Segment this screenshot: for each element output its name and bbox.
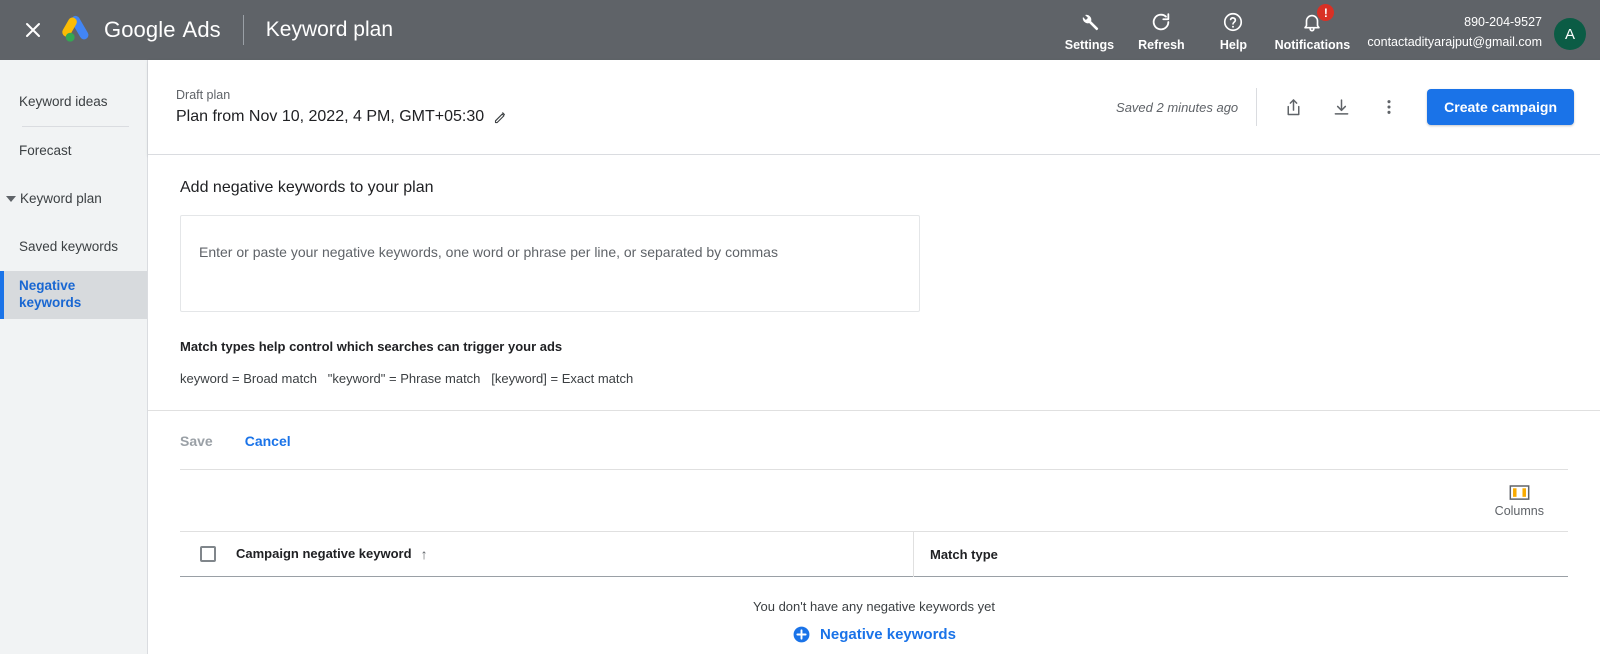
app-header: Google Ads Keyword plan Settings Refresh (0, 0, 1600, 60)
help-button[interactable]: Help (1197, 6, 1269, 52)
plan-name-text: Plan from Nov 10, 2022, 4 PM, GMT+05:30 (176, 108, 485, 125)
refresh-button[interactable]: Refresh (1125, 6, 1197, 52)
avatar[interactable]: A (1554, 18, 1586, 50)
saved-status: Saved 2 minutes ago (1116, 99, 1239, 115)
wrench-icon (1078, 10, 1100, 34)
share-button[interactable] (1273, 87, 1313, 127)
create-campaign-button[interactable]: Create campaign (1427, 89, 1574, 125)
sidebar-item-label: Keyword plan (20, 190, 102, 206)
notification-badge: ! (1317, 4, 1335, 21)
sidebar-item-forecast[interactable]: Forecast (0, 127, 147, 175)
google-ads-logo-icon (62, 15, 89, 42)
notifications-label: Notifications (1274, 38, 1351, 52)
add-negative-keywords-link[interactable]: Negative keywords (792, 625, 956, 644)
help-circle-icon (1222, 10, 1244, 34)
plan-divider (1256, 88, 1258, 126)
match-types-title: Match types help control which searches … (180, 339, 563, 354)
plan-header-bar: Draft plan Plan from Nov 10, 2022, 4 PM,… (148, 60, 1600, 155)
plan-kicker: Draft plan (176, 88, 231, 102)
share-icon (1287, 98, 1300, 115)
close-button[interactable] (16, 13, 50, 47)
sidebar-item-label: Forecast (19, 142, 72, 158)
columns-button[interactable]: Columns (1495, 484, 1544, 518)
page-title: Keyword plan (265, 18, 394, 41)
table-header-row: Campaign negative keyword ↑ Match type (180, 531, 1568, 577)
pencil-icon[interactable] (493, 110, 508, 125)
main-content: Add negative keywords to your plan Match… (148, 155, 1600, 654)
sidebar: Keyword ideas Forecast Keyword plan Save… (0, 60, 148, 654)
settings-label: Settings (1064, 38, 1115, 52)
more-vert-icon (1387, 100, 1391, 114)
plus-circle-icon (793, 626, 810, 643)
sidebar-item-negative-keywords[interactable]: Negative keywords (0, 271, 147, 319)
account-info[interactable]: 890-204-9527 contactadityarajput@gmail.c… (1367, 6, 1542, 52)
columns-label: Columns (1494, 503, 1544, 518)
match-types-legend: keyword = Broad match "keyword" = Phrase… (180, 371, 634, 386)
column-header-label: Campaign negative keyword (236, 546, 412, 561)
header-actions: Settings Refresh Help ! Notifications 89… (1053, 0, 1600, 60)
plan-name: Plan from Nov 10, 2022, 4 PM, GMT+05:30 (176, 108, 508, 126)
select-all-cell (180, 546, 236, 562)
notifications-button[interactable]: ! Notifications (1269, 4, 1355, 52)
form-actions: Save Cancel (148, 410, 1600, 449)
column-header-match-type[interactable]: Match type (914, 547, 998, 562)
help-label: Help (1219, 38, 1247, 52)
brand-google-text: Google (104, 17, 176, 42)
sidebar-item-label: Keyword ideas (19, 93, 108, 109)
column-header-label: Match type (930, 546, 998, 562)
table-toolbar: Columns (180, 469, 1568, 531)
download-button[interactable] (1321, 87, 1361, 127)
refresh-label: Refresh (1138, 38, 1185, 52)
select-all-checkbox[interactable] (200, 546, 216, 562)
sidebar-item-label: Saved keywords (19, 238, 119, 254)
header-divider (242, 15, 244, 45)
refresh-icon (1150, 10, 1172, 34)
sidebar-item-keyword-ideas[interactable]: Keyword ideas (0, 78, 147, 126)
column-header-campaign-negative-keyword[interactable]: Campaign negative keyword ↑ (236, 531, 914, 577)
sidebar-item-keyword-plan[interactable]: Keyword plan (0, 175, 147, 223)
plan-actions: Saved 2 minutes ago Create campaign (1116, 87, 1574, 127)
empty-state: You don't have any negative keywords yet… (180, 577, 1568, 644)
section-title: Add negative keywords to your plan (180, 179, 434, 196)
brand-wordmark: Google Ads (104, 17, 221, 43)
add-negative-keywords-section: Add negative keywords to your plan Match… (148, 155, 1600, 644)
arrow-up-icon: ↑ (420, 546, 428, 562)
empty-state-text: You don't have any negative keywords yet (753, 599, 995, 614)
sidebar-item-label: Negative keywords (19, 278, 82, 310)
more-options-button[interactable] (1369, 87, 1409, 127)
download-icon (1334, 98, 1349, 115)
settings-button[interactable]: Settings (1053, 6, 1125, 52)
columns-icon (1509, 484, 1530, 500)
chevron-down-icon (6, 196, 16, 202)
account-id: 890-204-9527 (1464, 15, 1542, 30)
save-button[interactable]: Save (180, 433, 213, 449)
account-email: contactadityarajput@gmail.com (1367, 34, 1542, 49)
brand-ads-text: Ads (182, 17, 221, 42)
cancel-button[interactable]: Cancel (245, 433, 291, 449)
plan-identity: Draft plan Plan from Nov 10, 2022, 4 PM,… (176, 88, 508, 126)
negative-keywords-input[interactable] (180, 215, 920, 312)
close-icon (26, 23, 40, 37)
add-negative-keywords-label: Negative keywords (820, 626, 956, 643)
sidebar-item-saved-keywords[interactable]: Saved keywords (0, 223, 147, 271)
